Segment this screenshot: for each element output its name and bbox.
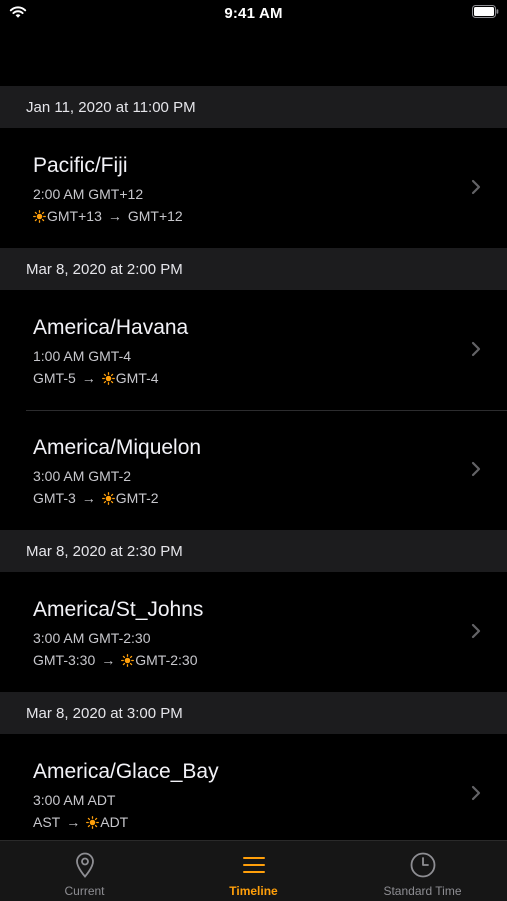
clock-icon [410, 852, 435, 878]
sun-icon [33, 209, 46, 223]
tab-current[interactable]: Current [0, 841, 169, 901]
arrow-right-icon: → [81, 370, 96, 386]
arrow-right-icon: → [101, 652, 116, 668]
chevron-right-icon [471, 341, 481, 357]
arrow-right-icon: → [81, 490, 96, 506]
row-title: Pacific/Fiji [33, 154, 128, 177]
chevron-right-icon [471, 623, 481, 639]
arrow-right-icon: → [107, 208, 122, 224]
row-title: America/Miquelon [33, 436, 202, 459]
timezone-row-america-glace-bay[interactable]: America/Glace_Bay 3:00 AM ADT AST → ADT [0, 734, 507, 854]
offset-change: GMT-3:30 → GMT-2:30 [33, 652, 198, 668]
row-title: America/St_Johns [33, 598, 204, 621]
tab-label: Current [64, 884, 105, 898]
tab-bar: Current Timeline Standard Time [0, 840, 507, 901]
tab-label: Timeline [229, 884, 278, 898]
offset-change: GMT-3 → GMT-2 [33, 490, 159, 506]
location-pin-icon [75, 852, 94, 878]
section-header: Mar 8, 2020 at 3:00 PM [0, 692, 507, 734]
from-offset: GMT-3 [33, 490, 76, 506]
chevron-right-icon [471, 179, 481, 195]
section-header: Jan 11, 2020 at 11:00 PM [0, 86, 507, 128]
row-subtitle: 3:00 AM GMT-2:30 [33, 630, 151, 646]
from-offset: GMT-3:30 [33, 652, 96, 668]
chevron-right-icon [471, 785, 481, 801]
tab-standard-time[interactable]: Standard Time [338, 841, 507, 901]
sun-icon [101, 371, 115, 385]
to-offset: ADT [100, 814, 129, 830]
offset-change: GMT+13 → GMT+12 [33, 208, 183, 224]
battery-icon [472, 5, 499, 18]
list-icon [242, 857, 265, 873]
to-offset: GMT-2 [115, 490, 159, 506]
tab-label: Standard Time [383, 884, 462, 898]
timezone-row-pacific-fiji[interactable]: Pacific/Fiji 2:00 AM GMT+12 GMT+13 → GMT… [0, 128, 507, 248]
row-subtitle: 3:00 AM ADT [33, 792, 116, 808]
sun-icon [121, 653, 135, 667]
section-header: Mar 8, 2020 at 2:30 PM [0, 530, 507, 572]
status-bar: 9:41 AM [0, 0, 507, 28]
row-title: America/Havana [33, 316, 189, 339]
timezone-row-america-havana[interactable]: America/Havana 1:00 AM GMT-4 GMT-5 → GMT… [0, 290, 507, 410]
timezone-row-america-st-johns[interactable]: America/St_Johns 3:00 AM GMT-2:30 GMT-3:… [0, 572, 507, 692]
arrow-right-icon: → [66, 814, 81, 830]
sun-icon [101, 491, 115, 505]
timeline-list: Jan 11, 2020 at 11:00 PM Pacific/Fiji 2:… [0, 86, 507, 854]
to-offset: GMT-2:30 [135, 652, 198, 668]
offset-change: GMT-5 → GMT-4 [33, 370, 159, 386]
to-offset: GMT+12 [127, 208, 183, 224]
from-offset: AST [33, 814, 61, 830]
row-title: America/Glace_Bay [33, 760, 219, 783]
status-time: 9:41 AM [224, 5, 283, 22]
offset-change: AST → ADT [33, 814, 128, 830]
sun-icon [86, 815, 100, 829]
chevron-right-icon [471, 461, 481, 477]
from-offset: GMT-5 [33, 370, 76, 386]
from-offset: GMT+13 [47, 208, 102, 224]
to-offset: GMT-4 [115, 370, 159, 386]
tab-timeline[interactable]: Timeline [169, 841, 338, 901]
row-subtitle: 3:00 AM GMT-2 [33, 468, 132, 484]
row-subtitle: 2:00 AM GMT+12 [33, 186, 144, 202]
timezone-row-america-miquelon[interactable]: America/Miquelon 3:00 AM GMT-2 GMT-3 → G… [0, 410, 507, 530]
section-header: Mar 8, 2020 at 2:00 PM [0, 248, 507, 290]
row-subtitle: 1:00 AM GMT-4 [33, 348, 132, 364]
